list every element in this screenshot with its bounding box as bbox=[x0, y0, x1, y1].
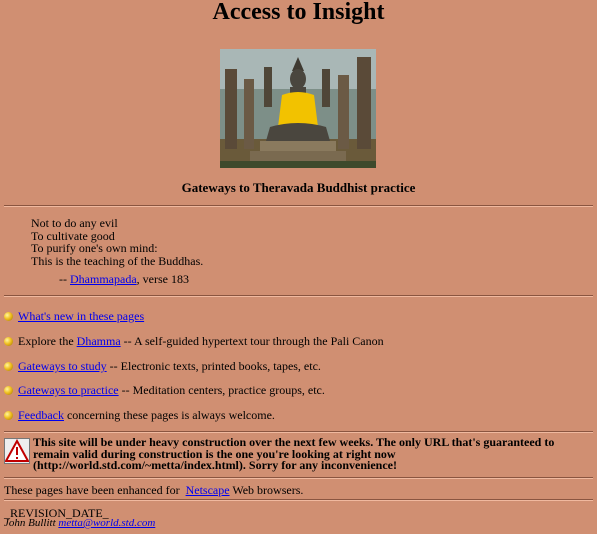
bullet-icon bbox=[4, 386, 13, 395]
verse-line: Not to do any evil bbox=[31, 216, 118, 230]
list-item: Explore the Dhamma -- A self-guided hype… bbox=[4, 334, 384, 349]
list-item: Gateways to study -- Electronic texts, p… bbox=[4, 359, 321, 374]
bullet-icon bbox=[4, 312, 13, 321]
verse-citation: -- Dhammapada, verse 183 bbox=[59, 272, 189, 286]
list-item: What's new in these pages bbox=[4, 309, 144, 324]
page-subtitle: Gateways to Theravada Buddhist practice bbox=[181, 180, 416, 195]
divider bbox=[4, 295, 593, 297]
verse-line: This is the teaching of the Buddhas. bbox=[31, 253, 204, 268]
bullet-icon bbox=[4, 411, 13, 420]
bullet-icon bbox=[4, 362, 13, 371]
notice-text: This site will be under heavy constructi… bbox=[33, 435, 555, 472]
buddha-statue-icon bbox=[220, 49, 376, 168]
buddha-statue-image bbox=[220, 49, 376, 168]
verse-line: To purify one's own mind: bbox=[31, 241, 158, 255]
author-signature: John Bullitt metta@world.std.com bbox=[4, 517, 156, 529]
gateways-study-link[interactable]: Gateways to study bbox=[18, 359, 107, 374]
gateways-practice-link[interactable]: Gateways to practice bbox=[18, 383, 119, 398]
divider bbox=[4, 205, 593, 207]
verse-quote: Not to do any evil To cultivate good To … bbox=[31, 217, 203, 267]
email-link[interactable]: metta@world.std.com bbox=[58, 517, 155, 529]
divider bbox=[4, 477, 593, 479]
dhammapada-link[interactable]: Dhammapada bbox=[70, 272, 137, 286]
dhamma-link[interactable]: Dhamma bbox=[77, 334, 121, 349]
warning-icon bbox=[4, 438, 30, 464]
list-item: Gateways to practice -- Meditation cente… bbox=[4, 383, 325, 398]
browser-note: These pages have been enhanced for Netsc… bbox=[4, 483, 304, 497]
list-item: Feedback concerning these pages is alway… bbox=[4, 408, 275, 423]
page-title: Access to Insight bbox=[212, 0, 385, 25]
whats-new-link[interactable]: What's new in these pages bbox=[18, 309, 144, 324]
feedback-link[interactable]: Feedback bbox=[18, 408, 64, 423]
bullet-icon bbox=[4, 337, 13, 346]
divider bbox=[4, 431, 593, 433]
netscape-link[interactable]: Netscape bbox=[186, 483, 230, 497]
divider bbox=[4, 499, 593, 501]
